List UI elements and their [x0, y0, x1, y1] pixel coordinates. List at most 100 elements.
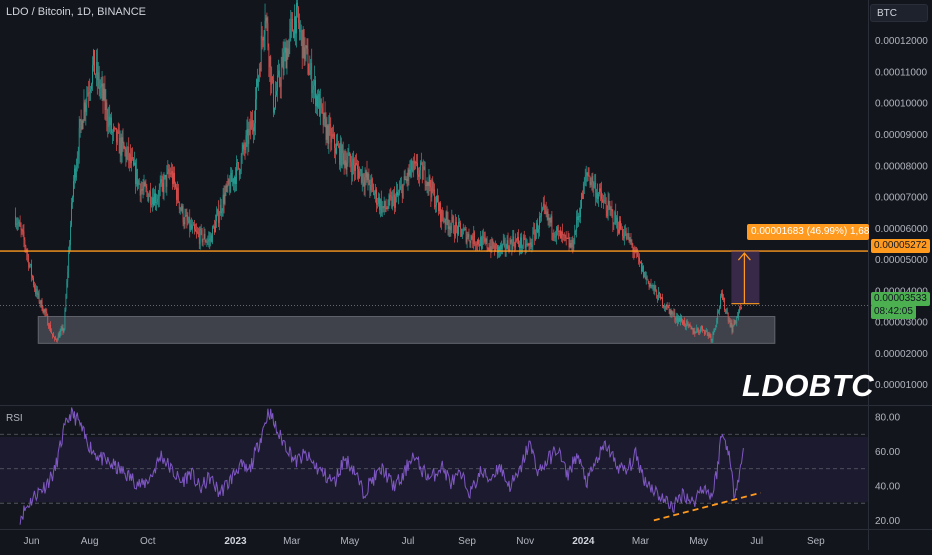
candle-body	[92, 65, 93, 84]
candle-body	[410, 160, 412, 170]
candle-body	[473, 232, 475, 244]
candle-body	[483, 237, 485, 239]
candle-body	[68, 252, 70, 273]
candle-body	[377, 203, 378, 205]
candle-body	[597, 192, 598, 200]
candle-body	[40, 300, 42, 304]
candle-body	[426, 181, 428, 186]
rsi-tick-label: 40.00	[875, 481, 900, 492]
candle-body	[415, 162, 416, 164]
candle-body	[360, 169, 362, 183]
candle-body	[643, 266, 644, 278]
candle-body	[626, 233, 628, 239]
candle-body	[105, 102, 107, 111]
candle-body	[73, 180, 74, 198]
candle-body	[112, 132, 113, 134]
candle-body	[49, 324, 50, 329]
candle-body	[279, 83, 281, 87]
candle-body	[594, 182, 596, 185]
candle-body	[197, 232, 199, 234]
candle-body	[266, 17, 268, 24]
candle-body	[258, 68, 260, 76]
candle-body	[218, 215, 220, 223]
candle-body	[704, 330, 705, 335]
candle-body	[442, 217, 444, 222]
candle-body	[574, 231, 576, 244]
rsi-indicator-label[interactable]: RSI	[6, 413, 23, 424]
candle-body	[176, 187, 177, 200]
candle-body	[333, 133, 334, 137]
candle-body	[156, 198, 158, 202]
last-price-tag: 0.00003533	[871, 292, 930, 306]
candle-body	[730, 323, 732, 327]
candle-body	[275, 95, 276, 108]
candle-body	[375, 189, 376, 194]
candle-body	[420, 162, 422, 164]
candle-body	[719, 307, 720, 311]
candle-body	[604, 199, 606, 204]
candle-body	[491, 239, 493, 252]
candle-body	[537, 223, 538, 233]
candle-body	[58, 334, 60, 338]
candle-body	[277, 75, 278, 92]
candle-body	[366, 171, 368, 181]
candle-body	[146, 187, 148, 192]
candle-body	[397, 191, 398, 196]
candle-body	[74, 168, 75, 181]
ticker-header[interactable]: LDO / Bitcoin, 1D, BINANCE	[6, 6, 146, 18]
candle-body	[609, 205, 611, 210]
candle-body	[576, 216, 578, 232]
candle-body	[246, 129, 248, 136]
candle-body	[208, 238, 210, 240]
candle-body	[161, 179, 163, 183]
candle-body	[207, 239, 209, 242]
candle-body	[405, 178, 407, 181]
candle-body	[657, 298, 659, 301]
candle-body	[59, 331, 61, 338]
candle-body	[544, 205, 546, 210]
candle-body	[464, 228, 466, 230]
candle-body	[713, 330, 715, 332]
candle-body	[264, 20, 266, 35]
candle-body	[337, 143, 338, 146]
candle-body	[94, 50, 95, 75]
candle-body	[579, 216, 580, 218]
candle-body	[216, 214, 217, 222]
candle-body	[329, 123, 331, 127]
candle-body	[568, 238, 570, 248]
candle-body	[66, 281, 68, 298]
candle-body	[465, 228, 467, 243]
candle-body	[673, 312, 675, 314]
candle-body	[723, 297, 724, 300]
candle-body	[33, 277, 34, 285]
candle-body	[595, 182, 597, 199]
candle-body	[688, 324, 690, 326]
candle-body	[601, 191, 602, 200]
candle-body	[505, 248, 507, 250]
candle-body	[658, 292, 659, 301]
candle-body	[250, 121, 252, 130]
candle-body	[330, 126, 332, 143]
candle-body	[306, 45, 308, 49]
candle-body	[280, 67, 282, 87]
candle-body	[289, 28, 291, 41]
candle-body	[50, 324, 51, 332]
candle-body	[618, 229, 619, 234]
candle-body	[97, 72, 99, 81]
candle-body	[468, 233, 470, 241]
candle-body	[197, 231, 198, 233]
candle-body	[734, 319, 736, 322]
candle-body	[448, 226, 450, 229]
candle-body	[138, 180, 140, 185]
candle-body	[298, 22, 300, 32]
candle-body	[234, 176, 235, 184]
candle-body	[328, 123, 330, 144]
candle-body	[640, 261, 641, 263]
candle-body	[132, 157, 133, 159]
candle-body	[399, 189, 400, 194]
candle-body	[270, 56, 272, 85]
candle-body	[231, 172, 233, 182]
currency-badge[interactable]: BTC	[870, 4, 928, 22]
candle-body	[513, 236, 515, 244]
candle-body	[310, 62, 312, 70]
